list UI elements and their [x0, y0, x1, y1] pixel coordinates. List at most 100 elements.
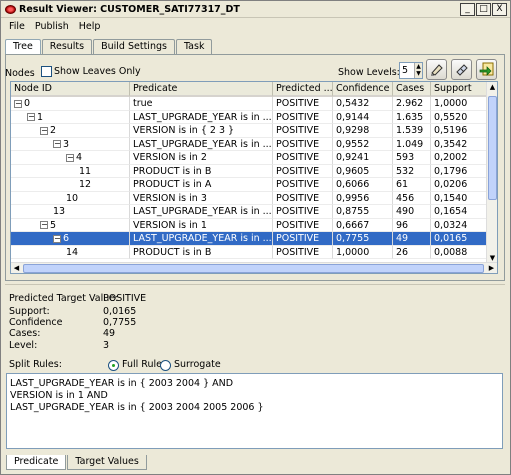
column-header-cases[interactable]: Cases [393, 82, 431, 97]
predicted-cell: POSITIVE [273, 124, 333, 138]
cases-value: 49 [103, 328, 116, 339]
menu-publish[interactable]: Publish [30, 21, 74, 32]
predicted-cell: POSITIVE [273, 218, 333, 232]
predicted-target-value: POSITIVE [103, 293, 147, 304]
app-icon [5, 4, 16, 14]
predicted-cell: POSITIVE [273, 178, 333, 192]
collapse-toggle-icon[interactable]: − [14, 99, 22, 108]
show-leaves-label: Show Leaves Only [54, 66, 141, 77]
spinner-arrows-icon[interactable]: ▲ ▼ [414, 63, 422, 78]
predicate-cell: PRODUCT is in A [130, 178, 273, 192]
collapse-toggle-icon[interactable]: − [53, 140, 61, 148]
scroll-right-icon[interactable]: ▶ [486, 264, 497, 272]
show-leaves-checkbox[interactable] [41, 66, 52, 77]
support-cell: 0,0324 [431, 218, 487, 232]
level-label: Level: [9, 340, 38, 351]
cases-cell: 96 [393, 218, 431, 232]
node-id: 11 [79, 165, 92, 177]
surrogate-label: Surrogate [174, 359, 221, 370]
node-id: 5 [50, 219, 57, 231]
table-row[interactable]: 12 PRODUCT is in A POSITIVE 0,6066 61 0,0206 [11, 178, 487, 192]
column-header-support[interactable]: Support [431, 82, 487, 97]
full-rule-label: Full Rule [122, 359, 162, 370]
rule-line: LAST_UPGRADE_YEAR is in { 2003 2004 2005… [10, 402, 264, 413]
table-row[interactable]: −5 VERSION is in 1 POSITIVE 0,6667 96 0,0324 [11, 218, 487, 232]
split-rules-textarea[interactable]: LAST_UPGRADE_YEAR is in { 2003 2004 } AN… [6, 373, 503, 449]
column-header-predicate[interactable]: Predicate [130, 82, 273, 97]
expand-tree-button[interactable] [426, 59, 447, 80]
confidence-cell: 0,9241 [333, 151, 393, 165]
table-row[interactable]: −6 LAST_UPGRADE_YEAR is in ... POSITIVE 0,7… [11, 232, 487, 246]
levels-value: 5 [402, 65, 409, 76]
collapse-toggle-icon[interactable]: − [40, 221, 48, 229]
cases-cell: 61 [393, 178, 431, 192]
close-button[interactable]: X [492, 2, 507, 16]
vertical-scrollbar[interactable]: ▲ ▼ [486, 82, 497, 263]
cases-cell: 1.635 [393, 110, 431, 124]
tab-results[interactable]: Results [41, 39, 93, 54]
support-cell: 0,0206 [431, 178, 487, 192]
maximize-button[interactable]: □ [476, 2, 491, 16]
menu-help[interactable]: Help [74, 21, 106, 32]
predicate-cell: VERSION is in { 2 3 } [130, 124, 273, 138]
collapse-toggle-icon[interactable]: − [53, 234, 61, 243]
node-id: 6 [63, 233, 70, 244]
node-id: 10 [66, 192, 79, 204]
support-cell: 0,1540 [431, 191, 487, 205]
tab-task[interactable]: Task [175, 39, 213, 54]
title-bar: Result Viewer: CUSTOMER_SATI77317_DT _ □… [1, 1, 510, 18]
table-row[interactable]: 13 LAST_UPGRADE_YEAR is in ... POSITIVE 0,8… [11, 205, 487, 219]
support-cell: 0,1796 [431, 164, 487, 178]
tab-build-settings[interactable]: Build Settings [93, 39, 175, 54]
node-id-cell: −4 [11, 151, 130, 165]
node-id: 2 [50, 125, 57, 136]
vertical-scroll-thumb[interactable] [488, 96, 497, 200]
tab-tree[interactable]: Tree [5, 39, 41, 55]
node-id-cell: 14 [11, 245, 130, 259]
scroll-left-icon[interactable]: ◀ [11, 264, 22, 272]
table-row[interactable]: −1 LAST_UPGRADE_YEAR is in ... POSITIVE 0,9… [11, 110, 487, 124]
predicate-cell: VERSION is in 3 [130, 191, 273, 205]
menu-file[interactable]: File [4, 21, 30, 32]
column-header-predicted[interactable]: Predicted ... [273, 82, 333, 97]
confidence-cell: 0,9298 [333, 124, 393, 138]
collapse-toggle-icon[interactable]: − [66, 153, 74, 162]
confidence-cell: 0,6667 [333, 218, 393, 232]
tree-expand-icon [431, 64, 443, 76]
predicate-cell: LAST_UPGRADE_YEAR is in ... [130, 232, 273, 246]
panel-divider[interactable] [5, 284, 505, 285]
tab-target-values[interactable]: Target Values [67, 455, 147, 470]
column-header-node-id[interactable]: Node ID [11, 82, 130, 97]
node-id-cell: −3 [11, 137, 130, 151]
table-row[interactable]: −2 VERSION is in { 2 3 } POSITIVE 0,9298 1.5… [11, 124, 487, 138]
table-row[interactable]: 10 VERSION is in 3 POSITIVE 0,9956 456 0,1540 [11, 191, 487, 205]
table-row[interactable]: 14 PRODUCT is in B POSITIVE 1,0000 26 0,0088 [11, 245, 487, 259]
confidence-cell: 0,9605 [333, 164, 393, 178]
full-rule-radio[interactable] [108, 360, 119, 371]
surrogate-radio[interactable] [160, 360, 171, 371]
horizontal-scroll-thumb[interactable] [23, 264, 484, 273]
nodes-label: Nodes [5, 68, 35, 79]
tab-predicate[interactable]: Predicate [6, 455, 67, 470]
scroll-down-icon[interactable]: ▼ [487, 254, 497, 262]
column-header-confidence[interactable]: Confidence [333, 82, 393, 97]
split-rules-label: Split Rules: [9, 359, 62, 370]
table-row[interactable]: −0 true POSITIVE 0,5432 2.962 1,0000 [11, 97, 487, 111]
table-row[interactable]: −3 LAST_UPGRADE_YEAR is in ... POSITIVE 0,9… [11, 137, 487, 151]
node-id-cell: 13 [11, 205, 130, 219]
table-row[interactable]: 11 PRODUCT is in B POSITIVE 0,9605 532 0,1796 [11, 164, 487, 178]
predicate-cell: PRODUCT is in B [130, 245, 273, 259]
minimize-button[interactable]: _ [460, 2, 475, 16]
node-id-cell: 10 [11, 191, 130, 205]
collapse-tree-button[interactable] [451, 59, 472, 80]
scroll-up-icon[interactable]: ▲ [487, 83, 497, 91]
predicted-cell: POSITIVE [273, 151, 333, 165]
horizontal-scrollbar[interactable]: ◀ ▶ [11, 262, 497, 273]
table-row[interactable]: −4 VERSION is in 2 POSITIVE 0,9241 593 0,2002 [11, 151, 487, 165]
collapse-toggle-icon[interactable]: − [27, 113, 35, 121]
predicted-cell: POSITIVE [273, 164, 333, 178]
show-levels-spinner[interactable]: 5 ▲ ▼ [399, 62, 423, 79]
collapse-toggle-icon[interactable]: − [40, 126, 48, 135]
export-button[interactable] [476, 59, 497, 80]
confidence-cell: 0,9552 [333, 137, 393, 151]
